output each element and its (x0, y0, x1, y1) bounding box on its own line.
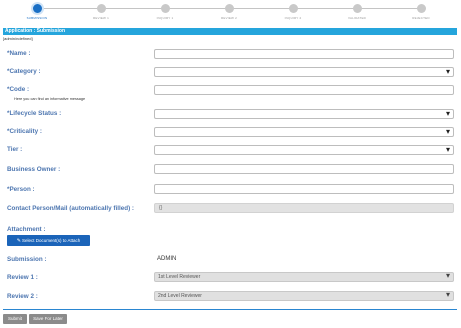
form-subpath: [admin/ndefined] (3, 36, 33, 41)
lifecycle-status-label: *Lifecycle Status : (7, 110, 62, 117)
business-owner-input[interactable] (154, 164, 454, 174)
step-submission: SUBMISSION (7, 0, 67, 20)
step-dot-icon (352, 4, 362, 13)
lifecycle-status-select[interactable] (154, 109, 454, 119)
attachment-label: Attachment : (7, 226, 46, 233)
code-input[interactable] (154, 85, 454, 95)
attach-documents-button[interactable]: ✎Select Document(s) to Attach (7, 235, 90, 246)
form-header-bar: Application : Submission (3, 28, 457, 35)
step-label: REVIEW 2 (221, 16, 237, 20)
step-label: SUBMISSION (26, 16, 48, 20)
progress-stepper: SUBMISSION REVIEW 1 INQUIRY 1 REVIEW 2 I… (0, 0, 461, 22)
step-dot-icon (160, 4, 170, 13)
step-validated: VALIDATED (327, 0, 387, 20)
paperclip-icon: ✎ (16, 238, 21, 244)
tier-label: Tier : (7, 146, 23, 153)
name-input[interactable] (154, 49, 454, 59)
name-label: *Name : (7, 50, 31, 57)
step-dot-icon (416, 4, 426, 13)
step-review-1: REVIEW 1 (71, 0, 131, 20)
contact-person-field: {} (154, 203, 454, 213)
step-inquiry-1: INQUIRY 1 (135, 0, 195, 20)
person-label: *Person : (7, 186, 35, 193)
review-2-value: 2nd Level Reviewer (158, 293, 202, 299)
category-label: *Category : (7, 68, 41, 75)
submit-button[interactable]: Submit (3, 314, 27, 324)
footer-divider (3, 309, 457, 310)
criticality-select[interactable] (154, 127, 454, 137)
step-label: REJECTED (412, 16, 430, 20)
contact-person-label: Contact Person/Mail (automatically fille… (7, 205, 135, 212)
step-label: INQUIRY 1 (156, 16, 174, 20)
step-rejected: REJECTED (391, 0, 451, 20)
category-select[interactable] (154, 67, 454, 77)
step-inquiry-2: INQUIRY 2 (263, 0, 323, 20)
step-dot-icon (288, 4, 298, 13)
review-1-select: 1st Level Reviewer (154, 272, 454, 282)
code-label: *Code : (7, 86, 30, 93)
save-for-later-button[interactable]: Save For Later (29, 314, 67, 324)
step-current-dot-icon (30, 2, 44, 15)
submission-label: Submission : (7, 256, 47, 263)
step-dot-icon (96, 4, 106, 13)
criticality-label: *Criticality : (7, 128, 42, 135)
code-hint: Here you can find an informative message (14, 97, 86, 101)
person-input[interactable] (154, 184, 454, 194)
submission-value: ADMIN (157, 256, 177, 262)
tier-select[interactable] (154, 145, 454, 155)
review-2-label: Review 2 : (7, 293, 38, 300)
step-label: REVIEW 1 (93, 16, 109, 20)
step-label: VALIDATED (347, 16, 367, 20)
review-2-select: 2nd Level Reviewer (154, 291, 454, 301)
review-1-value: 1st Level Reviewer (158, 274, 201, 280)
business-owner-label: Business Owner : (7, 166, 61, 173)
step-review-2: REVIEW 2 (199, 0, 259, 20)
step-dot-icon (224, 4, 234, 13)
attach-button-label: Select Document(s) to Attach (21, 238, 81, 243)
step-label: INQUIRY 2 (284, 16, 302, 20)
review-1-label: Review 1 : (7, 274, 38, 281)
